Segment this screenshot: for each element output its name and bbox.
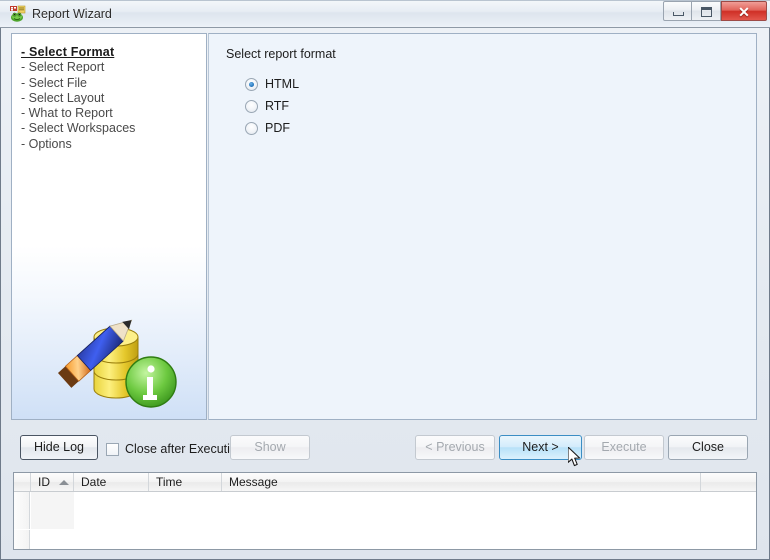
radio-option-html[interactable]: HTML bbox=[245, 75, 299, 93]
sidebar-item-select-file[interactable]: - Select File bbox=[21, 76, 201, 91]
radio-rtf-label: RTF bbox=[265, 99, 290, 113]
hide-log-button[interactable]: Hide Log bbox=[20, 435, 98, 460]
sort-ascending-icon bbox=[59, 480, 69, 485]
column-header-time-label: Time bbox=[156, 475, 183, 489]
report-wizard-window: Report Wizard ✕ - Select Format - Select… bbox=[0, 0, 770, 560]
close-icon: ✕ bbox=[738, 4, 750, 20]
radio-html-icon bbox=[245, 77, 258, 91]
radio-pdf-icon bbox=[245, 121, 258, 135]
window-controls: ✕ bbox=[663, 1, 767, 21]
sidebar-item-what-to-report[interactable]: - What to Report bbox=[21, 106, 201, 121]
sidebar-item-select-layout[interactable]: - Select Layout bbox=[21, 91, 201, 106]
column-header-date-label: Date bbox=[81, 475, 107, 489]
close-button[interactable]: Close bbox=[668, 435, 748, 460]
column-header-id-label: ID bbox=[38, 475, 50, 489]
window-title: Report Wizard bbox=[32, 7, 112, 21]
next-button[interactable]: Next > bbox=[499, 435, 582, 460]
content-title: Select report format bbox=[226, 47, 336, 61]
radio-pdf-label: PDF bbox=[265, 121, 290, 135]
minimize-button[interactable] bbox=[663, 1, 692, 21]
minimize-icon bbox=[673, 12, 684, 16]
log-grid-header: ID Date Time Message bbox=[14, 473, 756, 492]
row-selector-header bbox=[14, 473, 31, 491]
radio-option-rtf[interactable]: RTF bbox=[245, 97, 289, 115]
previous-button[interactable]: < Previous bbox=[415, 435, 495, 460]
radio-option-pdf[interactable]: PDF bbox=[245, 119, 290, 137]
column-header-message-label: Message bbox=[229, 475, 278, 489]
maximize-button[interactable] bbox=[692, 1, 721, 21]
column-header-date[interactable]: Date bbox=[74, 473, 149, 491]
column-header-time[interactable]: Time bbox=[149, 473, 222, 491]
step-list: - Select Format - Select Report - Select… bbox=[21, 45, 201, 152]
title-bar: Report Wizard ✕ bbox=[0, 0, 770, 28]
radio-rtf-icon bbox=[245, 99, 258, 113]
pencil-database-info-illustration bbox=[12, 301, 206, 419]
checkbox-icon bbox=[106, 442, 119, 456]
action-button-bar: Hide Log Close after Execution Show < Pr… bbox=[0, 424, 770, 466]
log-grid: ID Date Time Message bbox=[13, 472, 757, 550]
sidebar-item-select-report[interactable]: - Select Report bbox=[21, 60, 201, 75]
wizard-panels: - Select Format - Select Report - Select… bbox=[11, 33, 757, 420]
close-window-button[interactable]: ✕ bbox=[721, 1, 767, 21]
column-header-filler bbox=[701, 473, 756, 491]
maximize-icon bbox=[701, 7, 712, 17]
radio-html-label: HTML bbox=[265, 77, 300, 91]
column-header-id[interactable]: ID bbox=[31, 473, 74, 491]
show-button[interactable]: Show bbox=[230, 435, 310, 460]
sidebar-item-select-format[interactable]: - Select Format bbox=[21, 45, 201, 60]
wizard-steps-sidebar: - Select Format - Select Report - Select… bbox=[11, 33, 207, 420]
sidebar-item-options[interactable]: - Options bbox=[21, 137, 201, 152]
close-after-execution-label: Close after Execution bbox=[125, 442, 244, 456]
column-header-message[interactable]: Message bbox=[222, 473, 701, 491]
execute-button[interactable]: Execute bbox=[584, 435, 664, 460]
report-wizard-icon bbox=[9, 5, 27, 23]
close-after-execution-checkbox[interactable]: Close after Execution bbox=[106, 440, 244, 458]
sidebar-item-select-workspaces[interactable]: - Select Workspaces bbox=[21, 121, 201, 136]
table-row bbox=[14, 492, 756, 530]
wizard-content-panel: Select report format HTML RTF PDF bbox=[208, 33, 757, 420]
